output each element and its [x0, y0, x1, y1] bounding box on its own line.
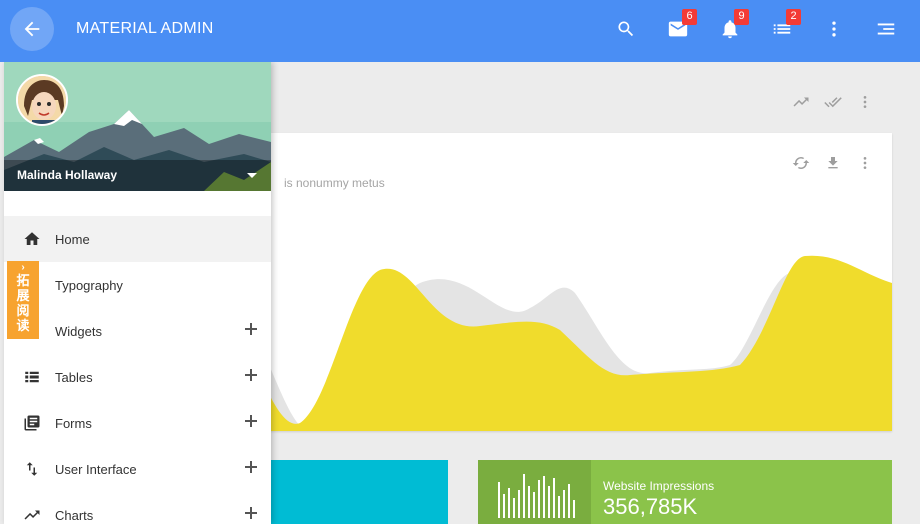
more-vertical-icon [832, 21, 836, 37]
refresh-icon[interactable] [790, 153, 812, 173]
sidebar-item-widgets[interactable]: Widgets [4, 308, 271, 354]
home-icon [22, 229, 42, 249]
back-button[interactable] [10, 7, 54, 51]
chevron-right-icon: › [21, 262, 25, 273]
more-button[interactable] [819, 14, 849, 44]
done-all-icon[interactable] [822, 92, 844, 112]
profile-header: Malinda Hollaway [4, 62, 271, 191]
sidebar-item-home[interactable]: Home [4, 216, 271, 262]
card-subtitle: is nonummy metus [284, 176, 385, 190]
expand-plus-icon[interactable] [245, 369, 257, 381]
sidebar-item-forms[interactable]: Forms [4, 400, 271, 446]
table-icon [22, 367, 42, 387]
notifications-button[interactable]: 9 [715, 9, 749, 44]
promo-tab-label: 拓展阅读 [16, 273, 30, 333]
sidebar-item-label: Home [55, 231, 90, 247]
mini-bar-chart [478, 460, 591, 524]
user-name: Malinda Hollaway [17, 168, 118, 182]
menu-toggle-button[interactable] [871, 14, 901, 44]
expand-plus-icon[interactable] [245, 461, 257, 473]
sidebar-item-user-interface[interactable]: User Interface [4, 446, 271, 492]
sidebar-drawer: Malinda Hollaway Home Typography Widgets… [4, 62, 271, 524]
sidebar-item-label: Charts [55, 507, 94, 523]
sidebar-item-label: Tables [55, 369, 93, 385]
trending-icon [22, 505, 42, 524]
menu-right-icon [877, 23, 895, 35]
tasks-badge: 2 [786, 9, 801, 25]
mail-badge: 6 [682, 9, 697, 25]
mail-button[interactable]: 6 [663, 9, 697, 44]
forms-icon [22, 413, 42, 433]
notifications-badge: 9 [734, 9, 749, 25]
sidebar-item-typography[interactable]: Typography [4, 262, 271, 308]
user-bar[interactable]: Malinda Hollaway [4, 160, 271, 191]
avatar[interactable] [16, 74, 68, 126]
trending-up-icon[interactable] [790, 92, 812, 112]
sidebar-item-label: Typography [55, 277, 123, 293]
caret-down-icon[interactable] [247, 173, 257, 178]
stat-card-impressions: Website Impressions 356,785K [478, 460, 892, 524]
brand-title: MATERIAL ADMIN [76, 20, 214, 37]
search-button[interactable] [611, 14, 641, 44]
top-header: MATERIAL ADMIN 6 9 2 [0, 0, 920, 62]
card-actions [790, 153, 876, 173]
stat-value: 356,785K [603, 494, 698, 519]
card-more-icon[interactable] [854, 153, 876, 173]
expand-plus-icon[interactable] [245, 507, 257, 519]
sidebar-item-label: User Interface [55, 461, 137, 477]
arrow-left-icon [24, 21, 40, 37]
page-actions [790, 92, 876, 112]
chart-main-area [230, 255, 892, 431]
stat-label: Website Impressions [603, 479, 715, 493]
promo-tab[interactable]: › 拓展阅读 [7, 261, 39, 339]
sidebar-item-label: Widgets [55, 323, 102, 339]
sidebar-item-label: Forms [55, 415, 92, 431]
chart-card: is nonummy metus [230, 133, 892, 431]
sidebar-item-tables[interactable]: Tables [4, 354, 271, 400]
search-icon [618, 21, 634, 37]
expand-plus-icon[interactable] [245, 323, 257, 335]
download-icon[interactable] [822, 153, 844, 173]
sidebar-menu: Home Typography Widgets Tables Forms Use… [4, 216, 271, 524]
page-more-icon[interactable] [854, 92, 876, 112]
tasks-button[interactable]: 2 [767, 9, 801, 44]
expand-plus-icon[interactable] [245, 415, 257, 427]
sidebar-item-charts[interactable]: Charts [4, 492, 271, 524]
swap-icon [22, 459, 42, 479]
